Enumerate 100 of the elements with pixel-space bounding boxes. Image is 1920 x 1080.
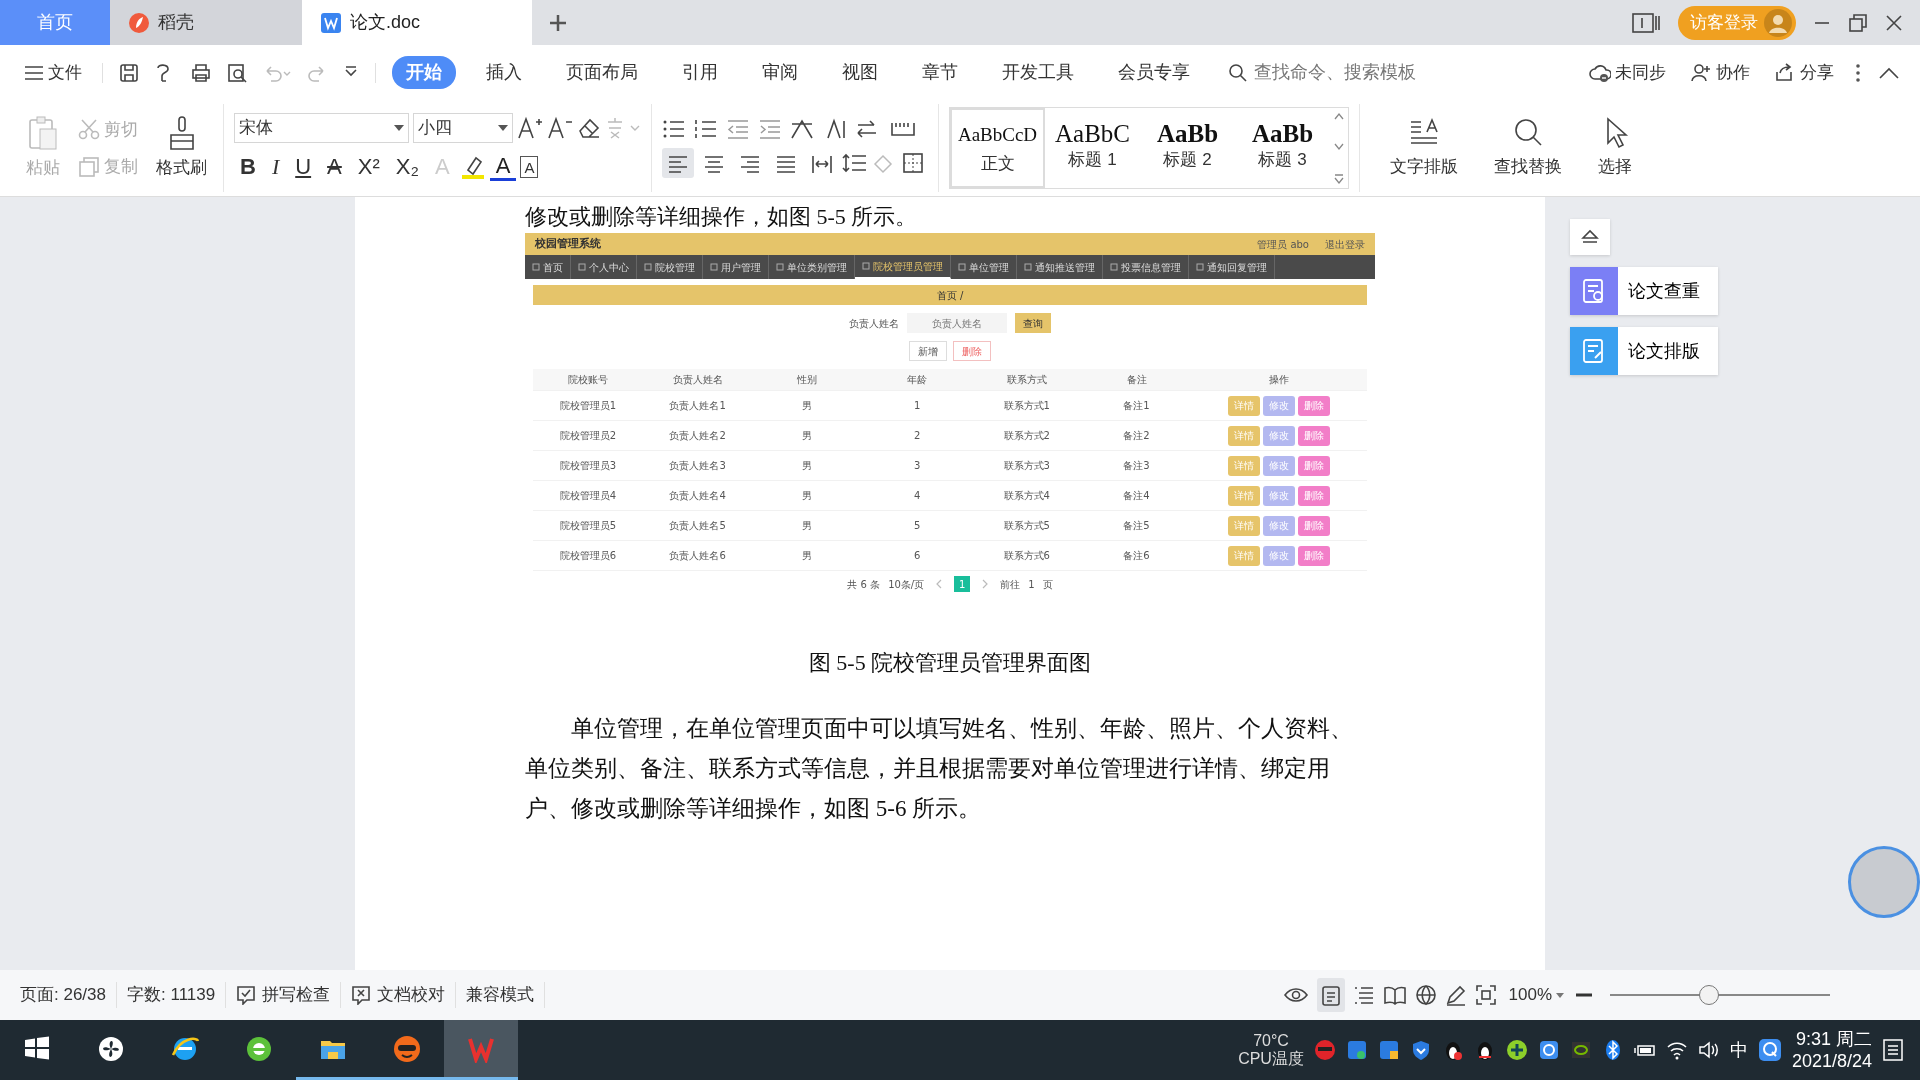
share-button[interactable]: 分享 bbox=[1770, 57, 1838, 88]
nav-item[interactable]: 个人中心 bbox=[571, 255, 637, 279]
collapse-panel-button[interactable] bbox=[1570, 219, 1610, 255]
q-app-icon[interactable] bbox=[1757, 1038, 1782, 1062]
scroll-up-icon[interactable] bbox=[1334, 112, 1344, 120]
font-color-button[interactable]: A bbox=[489, 153, 517, 181]
superscript-button[interactable]: X² bbox=[351, 151, 386, 183]
nav-item[interactable]: 单位类别管理 bbox=[769, 255, 855, 279]
nav-item[interactable]: 通知推送管理 bbox=[1017, 255, 1103, 279]
subscript-button[interactable]: X₂ bbox=[389, 151, 425, 183]
style-option[interactable]: AaBbC 标题 1 bbox=[1045, 108, 1140, 180]
name-search-field[interactable]: 负责人姓名 bbox=[907, 313, 1007, 333]
style-option[interactable]: AaBbCcD 正文 bbox=[950, 108, 1045, 188]
outline-icon[interactable] bbox=[1352, 985, 1375, 1005]
book-icon[interactable] bbox=[1382, 985, 1407, 1005]
expand-gallery-icon[interactable] bbox=[1334, 174, 1344, 184]
page-size-select[interactable]: 10条/页 bbox=[888, 576, 925, 592]
font-dropdown[interactable]: 宋体 bbox=[234, 113, 409, 143]
style-option[interactable]: AaBb 标题 3 bbox=[1235, 108, 1330, 180]
tab[interactable]: 论文.doc bbox=[302, 0, 532, 45]
italic-button[interactable]: I bbox=[265, 151, 286, 183]
select-button[interactable]: 选择 bbox=[1592, 116, 1638, 180]
underline-button[interactable]: U bbox=[289, 151, 318, 183]
bold-button[interactable]: B bbox=[234, 151, 262, 183]
scroll-down-icon[interactable] bbox=[1334, 143, 1344, 151]
zoom-slider-thumb[interactable] bbox=[1699, 985, 1719, 1005]
numbered-list-icon[interactable] bbox=[694, 118, 718, 141]
input-method-indicator[interactable]: 中 bbox=[1729, 1036, 1748, 1064]
spell-check-button[interactable]: 拼写检查 bbox=[226, 982, 342, 1008]
painter-button[interactable]: 格式刷 bbox=[150, 115, 213, 181]
page-view-button[interactable] bbox=[1316, 978, 1345, 1012]
style-option[interactable]: AaBb 标题 2 bbox=[1140, 108, 1235, 180]
nav-item[interactable]: 单位管理 bbox=[951, 255, 1017, 279]
alignment-button[interactable] bbox=[662, 148, 694, 178]
menu-tab[interactable]: 页面布局 bbox=[552, 56, 652, 89]
file-menu[interactable]: 文件 bbox=[20, 57, 86, 88]
menu-tab[interactable]: 审阅 bbox=[748, 56, 812, 89]
print-preview-icon[interactable] bbox=[227, 62, 247, 83]
table-cell-text: 男 bbox=[801, 399, 814, 413]
layout-button[interactable]: 文字排版 bbox=[1384, 116, 1464, 180]
pen-icon[interactable] bbox=[1444, 984, 1467, 1006]
goto-page-field[interactable]: 1 bbox=[1028, 576, 1035, 592]
shrink-font-icon[interactable] bbox=[547, 116, 573, 140]
menu-tab[interactable]: 开发工具 bbox=[988, 56, 1088, 89]
notification-icon[interactable] bbox=[1882, 1038, 1904, 1062]
logout-link[interactable]: 退出登录 bbox=[1325, 236, 1365, 252]
nav-icon bbox=[1110, 263, 1118, 271]
close-icon[interactable] bbox=[1884, 12, 1904, 33]
speaker-icon[interactable] bbox=[1697, 1039, 1720, 1061]
globe-icon[interactable] bbox=[1414, 984, 1437, 1006]
paper-tool-button[interactable]: 论文排版 bbox=[1570, 327, 1718, 375]
app-icon[interactable] bbox=[1537, 1039, 1560, 1061]
total-count: 共 6 条 bbox=[847, 577, 881, 592]
save-icon[interactable] bbox=[119, 62, 139, 83]
plus-icon[interactable] bbox=[548, 12, 568, 33]
sort-icon[interactable] bbox=[824, 118, 848, 141]
zoom-out-icon[interactable] bbox=[1576, 993, 1592, 997]
eye-icon[interactable] bbox=[1282, 985, 1309, 1005]
highlighter-icon[interactable] bbox=[459, 154, 486, 180]
text-direction-icon[interactable] bbox=[790, 118, 816, 141]
search-button[interactable]: 查询 bbox=[1015, 313, 1051, 333]
collab-button[interactable]: 协作 bbox=[1686, 57, 1754, 88]
eraser-icon[interactable] bbox=[577, 116, 601, 140]
grow-font-icon[interactable] bbox=[517, 116, 543, 140]
nav-item[interactable]: 投票信息管理 bbox=[1103, 255, 1189, 279]
search-icon bbox=[1228, 62, 1248, 83]
nav-item[interactable]: 院校管理员管理 bbox=[855, 255, 951, 279]
document-search-icon bbox=[1582, 278, 1606, 304]
paper-tool-button[interactable]: 论文查重 bbox=[1570, 267, 1718, 315]
reading-mode-icon[interactable] bbox=[1632, 11, 1662, 34]
nav-item[interactable]: 通知回复管理 bbox=[1189, 255, 1275, 279]
zoom-dropdown[interactable]: 100% bbox=[1504, 980, 1568, 1010]
strikethrough-button[interactable]: A bbox=[321, 151, 348, 183]
tab[interactable]: 稻壳 bbox=[110, 0, 302, 45]
sync-button[interactable]: 未同步 bbox=[1585, 57, 1670, 88]
menu-tab[interactable]: 引用 bbox=[668, 56, 732, 89]
menu-tab[interactable]: 视图 bbox=[828, 56, 892, 89]
find-button[interactable]: 查找替换 bbox=[1488, 116, 1568, 180]
menu-tab[interactable]: 章节 bbox=[908, 56, 972, 89]
nav-item[interactable]: 用户管理 bbox=[703, 255, 769, 279]
font-size-dropdown[interactable]: 小四 bbox=[413, 113, 513, 143]
proofread-button[interactable]: 文档校对 bbox=[341, 982, 457, 1008]
add-button[interactable]: 新增 bbox=[909, 341, 947, 361]
menu-tab[interactable]: 会员专享 bbox=[1104, 56, 1204, 89]
menu-tab[interactable]: 插入 bbox=[472, 56, 536, 89]
more-icon[interactable] bbox=[1854, 62, 1862, 83]
wifi-icon[interactable] bbox=[1665, 1039, 1688, 1061]
table-cell-text: 备注2 bbox=[1122, 429, 1151, 443]
collapse-icon[interactable] bbox=[1878, 65, 1900, 80]
nav-item[interactable]: 院校管理 bbox=[637, 255, 703, 279]
command-search-field[interactable]: 查找命令、搜索模板 bbox=[1228, 58, 1452, 87]
nav-item[interactable]: 首页 bbox=[525, 255, 571, 279]
table-cell-text: 院校管理员3 bbox=[558, 459, 618, 473]
print-icon[interactable] bbox=[191, 62, 211, 83]
restore-icon[interactable] bbox=[1848, 12, 1868, 33]
plus-circle-icon[interactable] bbox=[1505, 1039, 1528, 1061]
fit-screen-icon[interactable] bbox=[1474, 984, 1497, 1006]
page-unit-label: 页 bbox=[1042, 577, 1053, 592]
line-spacing-icon[interactable] bbox=[842, 152, 868, 174]
character-border-button[interactable]: A bbox=[520, 156, 539, 178]
